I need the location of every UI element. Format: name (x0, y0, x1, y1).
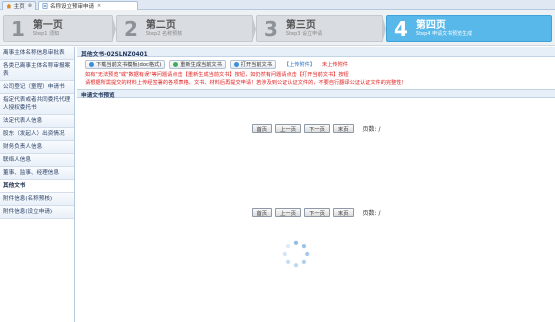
sidebar-item-name-approval[interactable]: 离事主体名称信息审批表 (0, 47, 74, 60)
step-2[interactable]: 2 第二页 Step2 名称预核 (116, 15, 253, 42)
step-title: 第四页 (415, 19, 446, 31)
step-4-active[interactable]: 4 第四页 Step4 申请文书预览生成 (386, 15, 552, 42)
page-count: 页数: / (362, 210, 381, 217)
last-page-button[interactable]: 末页 (332, 124, 354, 133)
step-title: 第二页 (145, 19, 176, 31)
page-count: 页数: / (362, 126, 381, 133)
first-page-button[interactable]: 首页 (251, 208, 273, 217)
download-template-button[interactable]: 下载当前文书模板(doc格式) (85, 59, 166, 69)
prev-page-button[interactable]: 上一页 (275, 208, 302, 217)
prev-page-button[interactable]: 上一页 (275, 124, 302, 133)
tab-bar: 主页 ⊗ 名称设立预审申请 × (0, 0, 555, 10)
button-label: 重新生成当前文书 (180, 61, 222, 68)
step-subtitle: Step4 申请文书预览生成 (415, 30, 473, 37)
button-label: 打开当前文书 (240, 61, 272, 68)
step-title: 第一页 (32, 19, 63, 31)
step-subtitle: Step1 须知 (32, 30, 60, 37)
sidebar-item-shareholders[interactable]: 股东（发起人）出资情况 (0, 128, 74, 141)
open-icon (233, 61, 239, 67)
notice-line-1: 如有"无法预览"或"数据有误"等问题请点击【重新生成当前文书】按钮，如仍然有问题… (85, 72, 349, 78)
last-page-button[interactable]: 末页 (332, 208, 354, 217)
refresh-icon (173, 61, 179, 67)
step-subtitle: Step3 设立申请 (285, 30, 323, 37)
notice-line-2: 请根据所需提交的材料上传经签署的各项表格、文书、材料后再提交申请！若涉及到公证认… (85, 80, 407, 86)
sidebar: 离事主体名称信息审批表 各类已离事主体名称审报案表 公司登记（童程）申请书 指定… (0, 47, 75, 322)
step-number: 3 (264, 16, 278, 41)
toolbar: 下载当前文书模板(doc格式) 重新生成当前文书 打开当前文书 【上传附件】 未… (77, 57, 555, 71)
sidebar-item-directors[interactable]: 董事、监事、经理信息 (0, 167, 74, 180)
document-icon (42, 3, 48, 9)
tab-home[interactable]: 主页 ⊗ (2, 1, 36, 10)
upload-attachment-link[interactable]: 【上传附件】 (284, 61, 315, 68)
sidebar-item-finance[interactable]: 财务负责人信息 (0, 141, 74, 154)
close-icon[interactable]: ⊗ (28, 3, 32, 9)
main-panel: 其他文书-02SLNZ0401 下载当前文书模板(doc格式) 重新生成当前文书… (77, 47, 555, 322)
home-icon (6, 3, 12, 9)
sidebar-item-other-docs[interactable]: 其他文书 (0, 180, 74, 193)
tab-label: 主页 (13, 4, 25, 10)
sidebar-item-name-report[interactable]: 各类已离事主体名称审报案表 (0, 60, 74, 81)
sidebar-item-company-application[interactable]: 公司登记（童程）申请书 (0, 81, 74, 94)
sidebar-item-authorization[interactable]: 指定代表或者共同委托代理人授权委托书 (0, 94, 74, 115)
preview-section-title: 申请文书预览 (77, 89, 555, 99)
close-icon[interactable]: × (97, 3, 101, 9)
first-page-button[interactable]: 首页 (251, 124, 273, 133)
sidebar-item-attachments-setup[interactable]: 附件信息(设立申请) (0, 206, 74, 219)
regenerate-button[interactable]: 重新生成当前文书 (169, 59, 226, 69)
next-page-button[interactable]: 下一页 (304, 208, 330, 217)
step-title: 第三页 (285, 19, 316, 31)
open-document-button[interactable]: 打开当前文书 (229, 59, 276, 69)
step-number: 1 (11, 16, 25, 41)
sidebar-item-attachments-name[interactable]: 附件信息(名称预核) (0, 193, 74, 206)
sidebar-item-contact[interactable]: 联络人信息 (0, 154, 74, 167)
step-number: 2 (124, 16, 138, 41)
page-title: 其他文书-02SLNZ0401 (77, 47, 555, 58)
pager-top: 首页 上一页 下一页 末页 页数: / (77, 124, 555, 133)
step-subtitle: Step2 名称预核 (145, 30, 183, 37)
tab-name-application[interactable]: 名称设立预审申请 × (38, 1, 138, 10)
tab-label: 名称设立预审申请 (50, 4, 95, 10)
next-page-button[interactable]: 下一页 (304, 124, 330, 133)
sidebar-item-legal-rep[interactable]: 法定代表人信息 (0, 115, 74, 128)
button-label: 下载当前文书模板(doc格式) (96, 61, 162, 68)
step-wizard: 1 第一页 Step1 须知 2 第二页 Step2 名称预核 3 第三页 St… (0, 10, 555, 46)
download-icon (89, 61, 94, 67)
step-1[interactable]: 1 第一页 Step1 须知 (3, 15, 113, 42)
pager-bottom: 首页 上一页 下一页 末页 页数: / (77, 208, 555, 217)
upload-status: 未上传附件 (322, 61, 348, 68)
loading-spinner-icon (282, 240, 310, 268)
step-number: 4 (394, 16, 408, 41)
step-3[interactable]: 3 第三页 Step3 设立申请 (256, 15, 383, 42)
